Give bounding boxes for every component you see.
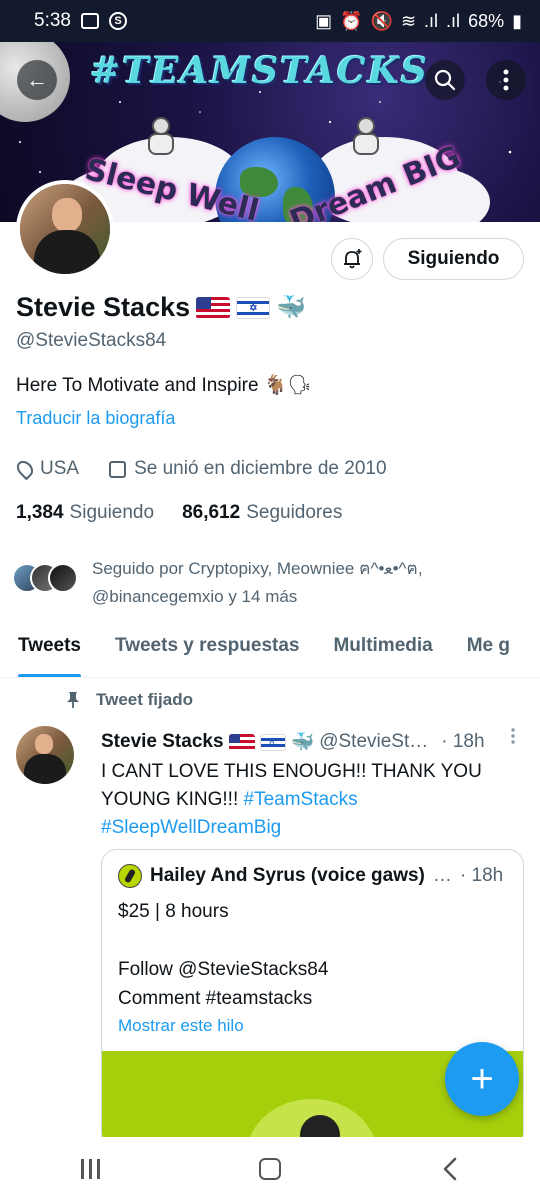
banner-title: #TEAMSTACKS xyxy=(90,50,429,92)
hashtag-link[interactable]: #TeamStacks xyxy=(244,789,358,810)
following-button[interactable]: Siguiendo xyxy=(383,238,524,280)
tweet-author-avatar[interactable] xyxy=(16,726,74,784)
hashtag-link[interactable]: #SleepWellDreamBig xyxy=(101,817,281,838)
profile-name: Stevie Stacks xyxy=(16,292,191,322)
whale-emoji: 🐳 xyxy=(290,732,315,753)
tweet-header: Stevie Stacks ✡ 🐳 @StevieSt… · 18h xyxy=(101,730,526,754)
system-nav-bar xyxy=(0,1137,540,1200)
back-arrow-icon: ← xyxy=(26,67,48,92)
profile-name-row: Stevie Stacks ✡ 🐳 xyxy=(16,292,306,323)
profile-meta: USA Se unió en diciembre de 2010 xyxy=(13,457,387,481)
whale-emoji: 🐳 xyxy=(276,294,307,321)
s-icon: S xyxy=(108,12,127,30)
followed-by-text: Seguido por Cryptopixy, Meowniee ฅ^•ﻌ•^ฅ… xyxy=(92,559,423,606)
us-flag-icon xyxy=(228,733,255,751)
tab-tweets[interactable]: Tweets xyxy=(0,622,97,677)
followed-by-row[interactable]: Seguido por Cryptopixy, Meowniee ฅ^•ﻌ•^ฅ… xyxy=(12,555,472,611)
quoted-tweet-text: $25 | 8 hours Follow @StevieStacks84 Com… xyxy=(118,897,328,1013)
quoted-author-name: Hailey And Syrus (voice gaws) xyxy=(150,865,425,886)
israel-flag-icon: ✡ xyxy=(236,296,271,319)
quoted-tweet-header: Hailey And Syrus (voice gaws) … · 18h xyxy=(118,864,503,888)
us-flag-icon xyxy=(196,296,231,319)
alarm-icon: ⏰ xyxy=(340,10,363,31)
followers-label[interactable]: Seguidores xyxy=(246,502,342,524)
recent-apps-button[interactable] xyxy=(60,1149,120,1189)
avatar xyxy=(48,563,78,593)
pinned-tweet-label: Tweet fijado xyxy=(66,690,193,710)
search-icon xyxy=(434,69,456,91)
quoted-line: Comment #teamstacks xyxy=(118,988,313,1009)
profile-location: USA xyxy=(40,458,80,479)
profile-avatar[interactable] xyxy=(16,180,114,278)
lock-icon: ▣ xyxy=(315,10,333,31)
pinned-label-text: Tweet fijado xyxy=(96,690,193,709)
bell-plus-icon xyxy=(344,249,362,269)
tab-likes[interactable]: Me g xyxy=(449,622,526,677)
quoted-time: · 18h xyxy=(459,865,504,886)
followers-count[interactable]: 86,612 xyxy=(182,502,240,524)
more-vertical-icon xyxy=(503,69,509,91)
quoted-line: $25 | 8 hours xyxy=(118,901,229,922)
quoted-ellipsis: … xyxy=(432,865,452,886)
signal-icon: .ıl xyxy=(446,10,461,31)
home-button[interactable] xyxy=(240,1149,300,1189)
status-bar: 5:38 S ▣ ⏰ 🔇 ≋ .ıl .ıl 68% ▮ xyxy=(0,0,540,42)
tab-tweets-replies[interactable]: Tweets y respuestas xyxy=(97,622,315,677)
wifi-icon: ≋ xyxy=(400,10,417,31)
following-count[interactable]: 1,384 xyxy=(16,502,64,524)
location-icon xyxy=(13,457,37,481)
profile-joined: Se unió en diciembre de 2010 xyxy=(134,458,387,479)
battery-level: 68% xyxy=(468,10,505,31)
pin-icon xyxy=(67,692,79,708)
back-button[interactable]: ← xyxy=(17,60,57,100)
tweet-text: I CANT LOVE THIS ENOUGH!! THANK YOU YOUN… xyxy=(101,758,521,842)
israel-flag-icon: ✡ xyxy=(259,733,286,751)
notifications-button[interactable] xyxy=(331,238,373,280)
profile-handle: @StevieStacks84 xyxy=(16,330,167,351)
back-chevron-icon xyxy=(443,1157,457,1180)
show-thread-link[interactable]: Mostrar este hilo xyxy=(118,1016,244,1036)
back-nav-button[interactable] xyxy=(420,1149,480,1189)
recent-apps-icon xyxy=(80,1158,100,1179)
tweet-author-name[interactable]: Stevie Stacks xyxy=(101,731,224,753)
signal-icon: .ıl xyxy=(424,10,439,31)
microphone-avatar-icon xyxy=(118,864,142,888)
gallery-icon xyxy=(80,13,99,29)
plus-icon: + xyxy=(470,1056,494,1101)
profile-tabs: Tweets Tweets y respuestas Multimedia Me… xyxy=(0,622,540,678)
status-time: 5:38 xyxy=(34,10,71,31)
home-icon xyxy=(259,1157,281,1180)
mute-icon: 🔇 xyxy=(370,10,393,31)
more-button[interactable] xyxy=(486,60,526,100)
astronaut-decoration xyxy=(345,117,387,167)
profile-bio: Here To Motivate and Inspire 🐐🗣 xyxy=(16,375,312,396)
calendar-icon xyxy=(109,460,127,478)
follow-counts: 1,384 Siguiendo 86,612 Seguidores xyxy=(16,502,342,524)
translate-bio-link[interactable]: Traducir la biografía xyxy=(16,408,175,429)
tab-media[interactable]: Multimedia xyxy=(315,622,448,677)
tweet-author-handle[interactable]: @StevieSt… xyxy=(319,731,428,753)
search-button[interactable] xyxy=(425,60,465,100)
compose-tweet-button[interactable]: + xyxy=(445,1042,519,1116)
tweet-time[interactable]: · 18h xyxy=(441,731,484,753)
tweet-more-icon[interactable] xyxy=(508,728,518,746)
battery-icon: ▮ xyxy=(512,10,522,31)
quoted-line: Follow @StevieStacks84 xyxy=(118,959,329,980)
following-label[interactable]: Siguiendo xyxy=(70,502,155,524)
astronaut-decoration xyxy=(140,117,182,167)
